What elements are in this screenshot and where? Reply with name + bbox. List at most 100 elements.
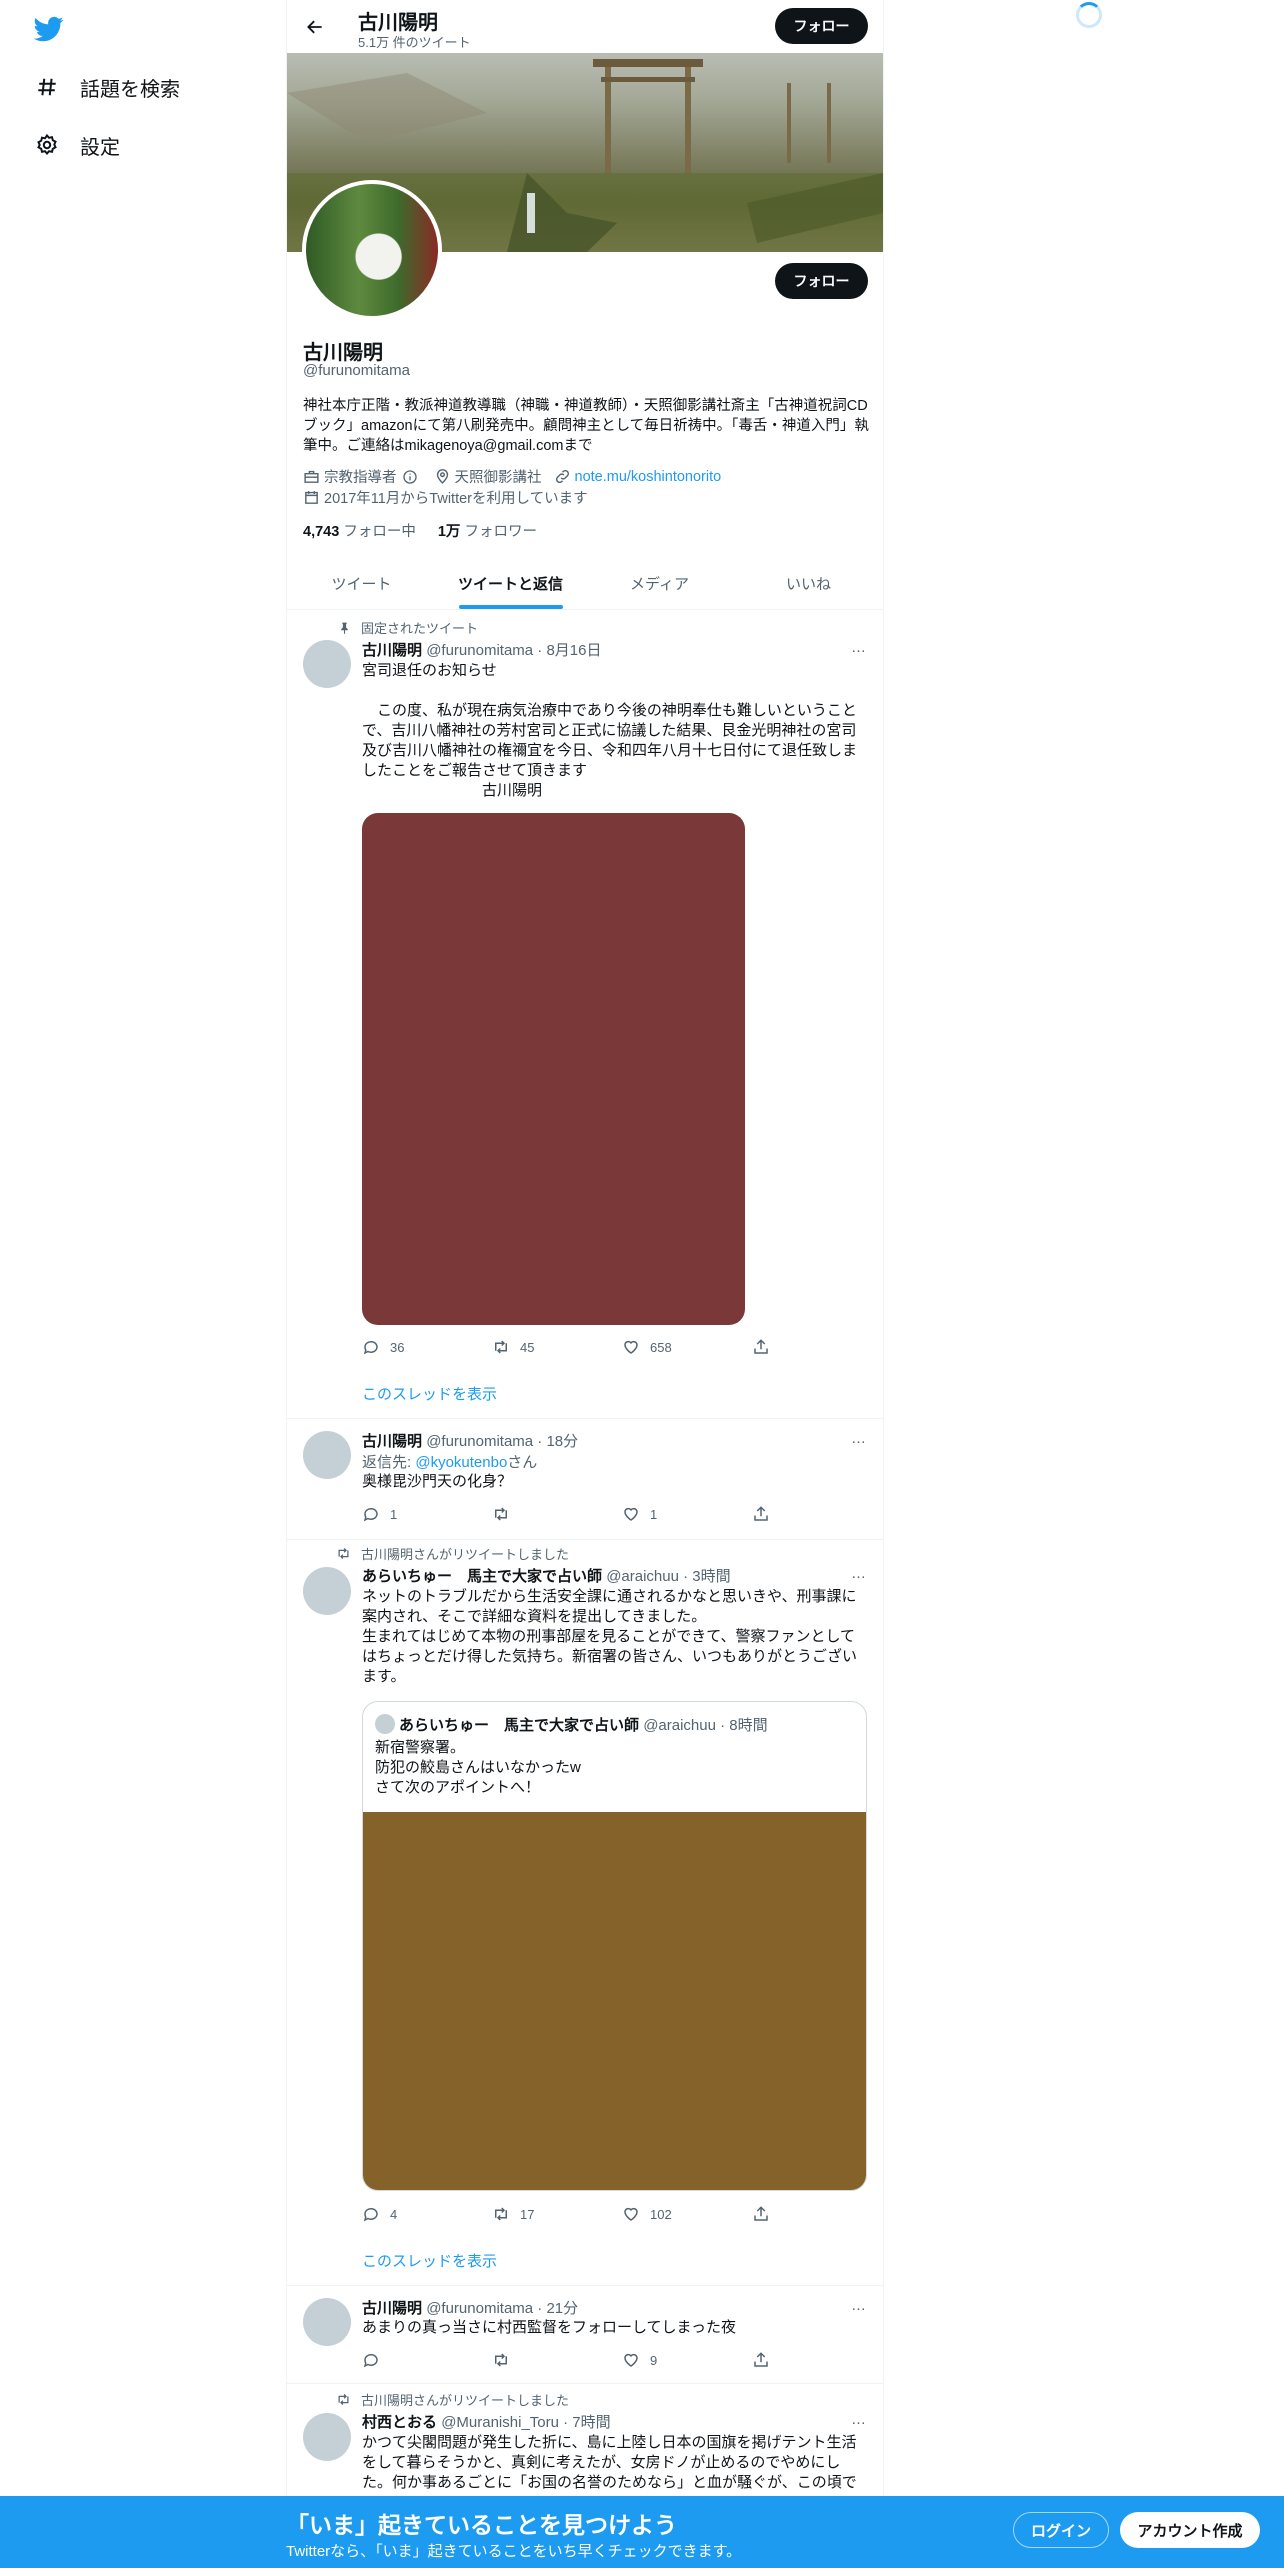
nav-explore-label: 話題を検索 [80,78,180,101]
tweet-retweet[interactable]: 古川陽明さんがリツイートしました 村西とおる @Muranishi_Toru ·… [287,2384,883,2496]
quote-header: あらいちゅー 馬主で大家で占い師 @araichuu · 8時間 [399,1717,768,1734]
profile-tabs: ツイート ツイートと返信 メディア いいね [287,557,883,610]
back-arrow-icon[interactable] [301,13,329,41]
profile-url-link[interactable]: note.mu/koshintonorito [575,469,722,485]
more-icon[interactable]: … [851,2297,867,2314]
tweet-avatar[interactable] [303,640,351,688]
heart-icon [624,1340,638,1354]
pinned-context: 固定されたツイート [335,618,478,637]
tweet-text: かつて尖閣問題が発生した折に、島に上陸し日本の国旗を掲げテント生活をして暮らそう… [362,2434,857,2491]
tweet-image[interactable] [362,813,745,1325]
tweet-header: 村西とおる @Muranishi_Toru · 7時間 [362,2414,611,2431]
reply-icon [363,2353,378,2368]
tweet-header: 古川陽明 @furunomitama · 21分 [362,2300,579,2317]
reply-button[interactable]: 1 [362,1505,492,1523]
tweet-text: あまりの真っ当さに村西監督をフォローしてしまった夜 [362,2319,736,2336]
follow-button[interactable]: フォロー [775,263,868,299]
nav-explore[interactable]: 話題を検索 [34,67,180,107]
profile-name: 古川陽明 [303,342,383,364]
share-button[interactable] [752,1338,792,1356]
tweet-author[interactable]: 村西とおる [362,2414,437,2431]
share-icon [754,1339,768,1354]
share-icon [754,2352,768,2367]
tweet-header: 古川陽明 @furunomitama · 8月16日 [362,642,602,659]
like-button[interactable]: 658 [622,1338,752,1356]
profile-avatar[interactable] [302,180,442,320]
tweet-actions: 36 45 658 [362,1338,792,1356]
retweet-button[interactable]: 17 [492,2205,622,2223]
tweet-retweet-quote[interactable]: 古川陽明さんがリツイートしました あらいちゅー 馬主で大家で占い師 @araic… [287,1540,883,2286]
retweet-icon [495,1340,507,1354]
tweet-author[interactable]: 古川陽明 [362,2300,422,2317]
tweet-header: あらいちゅー 馬主で大家で占い師 @araichuu · 3時間 [362,1568,731,1585]
reply-button[interactable] [362,2351,492,2369]
retweet-button[interactable]: 45 [492,1338,622,1356]
tweet-reply[interactable]: 古川陽明 @furunomitama · 18分 … 返信先: @kyokute… [287,1419,883,1540]
like-button[interactable]: 102 [622,2205,752,2223]
quote-avatar [375,1714,395,1734]
header-follow-button[interactable]: フォロー [775,8,868,44]
retweet-icon [495,1507,507,1521]
more-icon[interactable]: … [851,2411,867,2428]
tweet-author[interactable]: 古川陽明 [362,642,422,659]
show-thread-link[interactable]: このスレッドを表示 [362,2250,497,2271]
reply-button[interactable]: 36 [362,1338,492,1356]
login-button[interactable]: ログイン [1013,2512,1109,2548]
reply-context: 返信先: @kyokutenboさん [362,1454,538,1471]
pin-icon [335,621,351,634]
reply-icon [363,2207,378,2222]
retweet-icon [335,1546,351,1561]
quote-text: 新宿警察署。 防犯の鮫島さんはいなかったw さて次のアポイントへ！ [375,1739,581,1796]
tab-tweets[interactable]: ツイート [287,557,436,609]
more-icon[interactable]: … [851,639,867,656]
left-navigation: 話題を検索 設定 [0,0,286,2568]
profile-handle: @furunomitama [303,362,410,379]
share-button[interactable] [752,2205,792,2223]
tab-tweets-replies[interactable]: ツイートと返信 [436,557,585,609]
info-icon [402,469,417,484]
quote-image[interactable] [363,1812,866,2190]
quoted-tweet[interactable]: あらいちゅー 馬主で大家で占い師 @araichuu · 8時間 新宿警察署。 … [362,1701,867,2191]
more-icon[interactable]: … [851,1430,867,1447]
tweet-author[interactable]: あらいちゅー 馬主で大家で占い師 [362,1568,602,1585]
tweet-pinned[interactable]: 固定されたツイート 古川陽明 @furunomitama · 8月16日 … 宮… [287,611,883,1419]
twitter-logo-icon[interactable] [32,14,66,44]
retweet-button[interactable] [492,2351,622,2369]
tab-likes[interactable]: いいね [734,557,883,609]
tweet-text: ネットのトラブルだから生活安全課に通されるかなと思いきや、刑事課に案内され、そこ… [362,1588,858,1685]
reply-mention-link[interactable]: @kyokutenbo [415,1454,507,1471]
tweet-text: 宮司退任のお知らせ この度、私が現在病気治療中であり今後の神明奉仕も難しいという… [362,662,858,799]
following-link[interactable]: 4,743 フォロー中 [303,524,416,540]
share-icon [754,1506,768,1521]
tweet-avatar[interactable] [303,1431,351,1479]
tweet-actions: 1 1 [362,1505,792,1523]
like-button[interactable]: 1 [622,1505,752,1523]
tweet-plain[interactable]: 古川陽明 @furunomitama · 21分 … あまりの真っ当さに村西監督… [287,2286,883,2384]
tweet-avatar[interactable] [303,2413,351,2461]
share-button[interactable] [752,2351,792,2369]
tweet-avatar[interactable] [303,2298,351,2346]
profile-joined: 2017年11月からTwitterを利用しています [303,487,588,508]
tweet-avatar[interactable] [303,1567,351,1615]
tweet-author[interactable]: 古川陽明 [362,1433,422,1450]
share-icon [754,2206,768,2221]
retweet-button[interactable] [492,1505,622,1523]
share-button[interactable] [752,1505,792,1523]
tab-media[interactable]: メディア [585,557,734,609]
banner-title: 「いま」起きていることを見つけよう [286,2512,677,2538]
nav-settings-label: 設定 [80,136,120,159]
tweet-header: 古川陽明 @furunomitama · 18分 [362,1433,579,1450]
profile-bio: 神社本庁正階・教派神道教導職（神職・神道教師）・天照御影講社斎主「古神道祝詞CD… [303,398,869,454]
reply-button[interactable]: 4 [362,2205,492,2223]
signup-button[interactable]: アカウント作成 [1120,2512,1260,2548]
followers-link[interactable]: 1万 フォロワー [438,524,537,540]
profile-meta-row: 宗教指導者 天照御影講社 note.mu/koshintonorito [303,466,733,487]
link-icon [555,469,569,484]
reply-icon [363,1340,378,1355]
profile-location: 天照御影講社 [434,466,542,487]
nav-settings[interactable]: 設定 [34,125,120,165]
profile-url[interactable]: note.mu/koshintonorito [554,468,722,485]
more-icon[interactable]: … [851,1565,867,1582]
like-button[interactable]: 9 [622,2351,752,2369]
show-thread-link[interactable]: このスレッドを表示 [362,1383,497,1404]
